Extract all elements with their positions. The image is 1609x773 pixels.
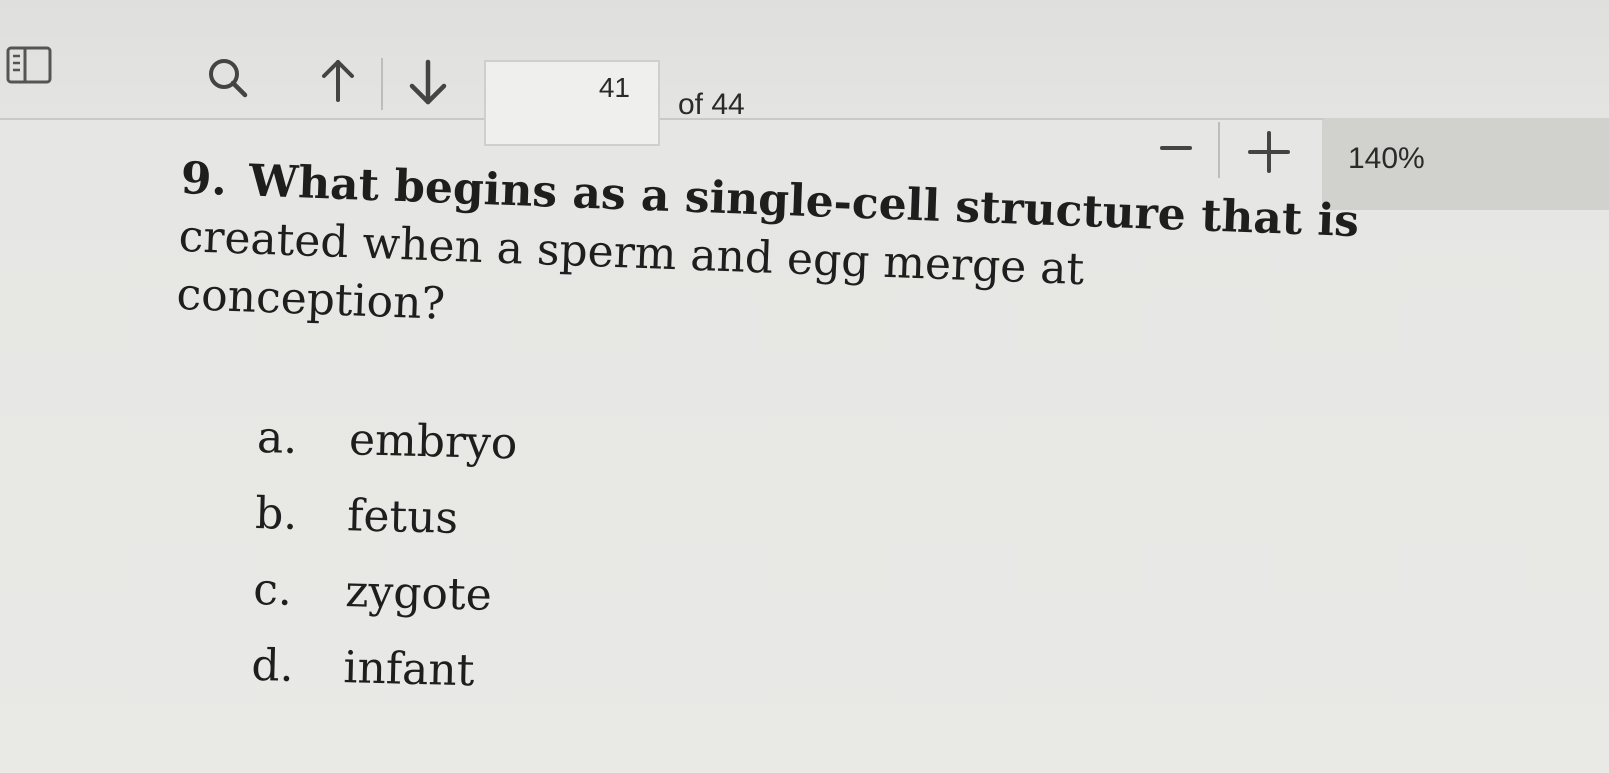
answer-option-b: b. fetus <box>254 476 516 558</box>
sidebar-toggle-button[interactable] <box>0 42 58 88</box>
option-text: infant <box>342 642 476 697</box>
zoom-divider <box>1218 122 1220 178</box>
zoom-out-button[interactable] <box>1148 126 1204 170</box>
option-text: embryo <box>348 414 518 470</box>
toolbar-divider <box>381 58 383 110</box>
option-letter: a. <box>256 411 298 464</box>
arrow-down-icon <box>409 59 447 105</box>
question-number: 9. <box>180 152 228 206</box>
plus-icon <box>1248 131 1290 173</box>
search-icon <box>209 59 248 98</box>
arrow-up-icon <box>322 60 354 102</box>
next-page-button[interactable] <box>398 52 458 112</box>
page-number-input[interactable] <box>484 60 660 146</box>
option-letter: b. <box>254 487 298 540</box>
answer-option-c: c. zygote <box>252 552 514 634</box>
answer-options-list: a. embryo b. fetus c. zygote d. infant <box>251 400 519 710</box>
previous-page-button[interactable] <box>312 52 364 108</box>
answer-option-a: a. embryo <box>256 400 518 482</box>
zoom-in-button[interactable] <box>1238 120 1300 184</box>
pdf-toolbar: of 44 <box>0 0 1609 146</box>
find-in-document-button[interactable] <box>200 50 256 106</box>
minus-icon <box>1160 146 1192 150</box>
page-total-label: of 44 <box>678 88 745 121</box>
sidebar-toggle-icon <box>6 46 52 84</box>
option-letter: d. <box>250 639 295 692</box>
option-text: zygote <box>344 566 493 621</box>
option-text: fetus <box>346 490 459 544</box>
option-letter: c. <box>252 563 293 616</box>
answer-option-d: d. infant <box>251 628 513 710</box>
